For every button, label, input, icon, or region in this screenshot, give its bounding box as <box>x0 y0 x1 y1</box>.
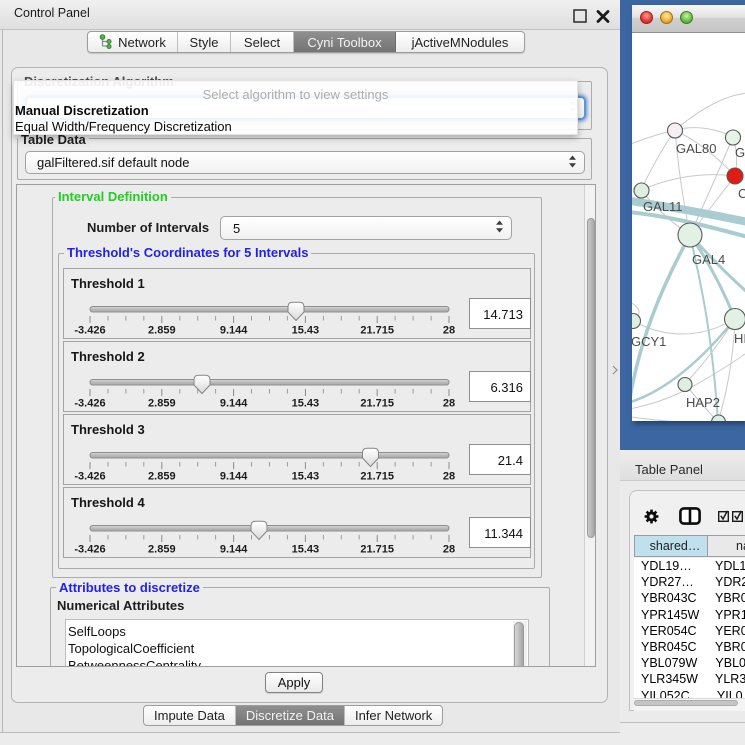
svg-text:CR: CR <box>738 186 745 201</box>
svg-text:15.43: 15.43 <box>292 397 320 409</box>
svg-text:HAP2: HAP2 <box>686 395 720 410</box>
svg-text:21.715: 21.715 <box>360 470 394 482</box>
svg-text:9.144: 9.144 <box>220 397 248 409</box>
svg-text:28: 28 <box>443 325 455 337</box>
svg-text:GA: GA <box>735 145 745 160</box>
svg-text:GAL4: GAL4 <box>692 252 725 267</box>
svg-text:15.43: 15.43 <box>292 325 320 337</box>
svg-text:2.859: 2.859 <box>148 544 176 556</box>
svg-text:-3.426: -3.426 <box>74 325 105 337</box>
svg-text:GCY1: GCY1 <box>632 334 666 349</box>
svg-text:15.43: 15.43 <box>292 544 320 556</box>
svg-text:HI: HI <box>734 331 745 346</box>
svg-text:15.43: 15.43 <box>292 470 320 482</box>
svg-text:GAL80: GAL80 <box>676 141 716 156</box>
svg-text:-3.426: -3.426 <box>74 544 105 556</box>
svg-text:-3.426: -3.426 <box>74 470 105 482</box>
svg-text:28: 28 <box>443 544 455 556</box>
svg-text:GAL11: GAL11 <box>643 199 683 214</box>
svg-text:9.144: 9.144 <box>220 325 248 337</box>
svg-text:2.859: 2.859 <box>148 325 176 337</box>
svg-text:21.715: 21.715 <box>360 544 394 556</box>
svg-text:2.859: 2.859 <box>148 397 176 409</box>
svg-text:21.715: 21.715 <box>360 397 394 409</box>
svg-text:28: 28 <box>443 397 455 409</box>
svg-text:-3.426: -3.426 <box>74 397 105 409</box>
svg-text:9.144: 9.144 <box>220 544 248 556</box>
svg-text:28: 28 <box>443 470 455 482</box>
svg-text:9.144: 9.144 <box>220 470 248 482</box>
svg-text:2.859: 2.859 <box>148 470 176 482</box>
svg-text:21.715: 21.715 <box>360 325 394 337</box>
